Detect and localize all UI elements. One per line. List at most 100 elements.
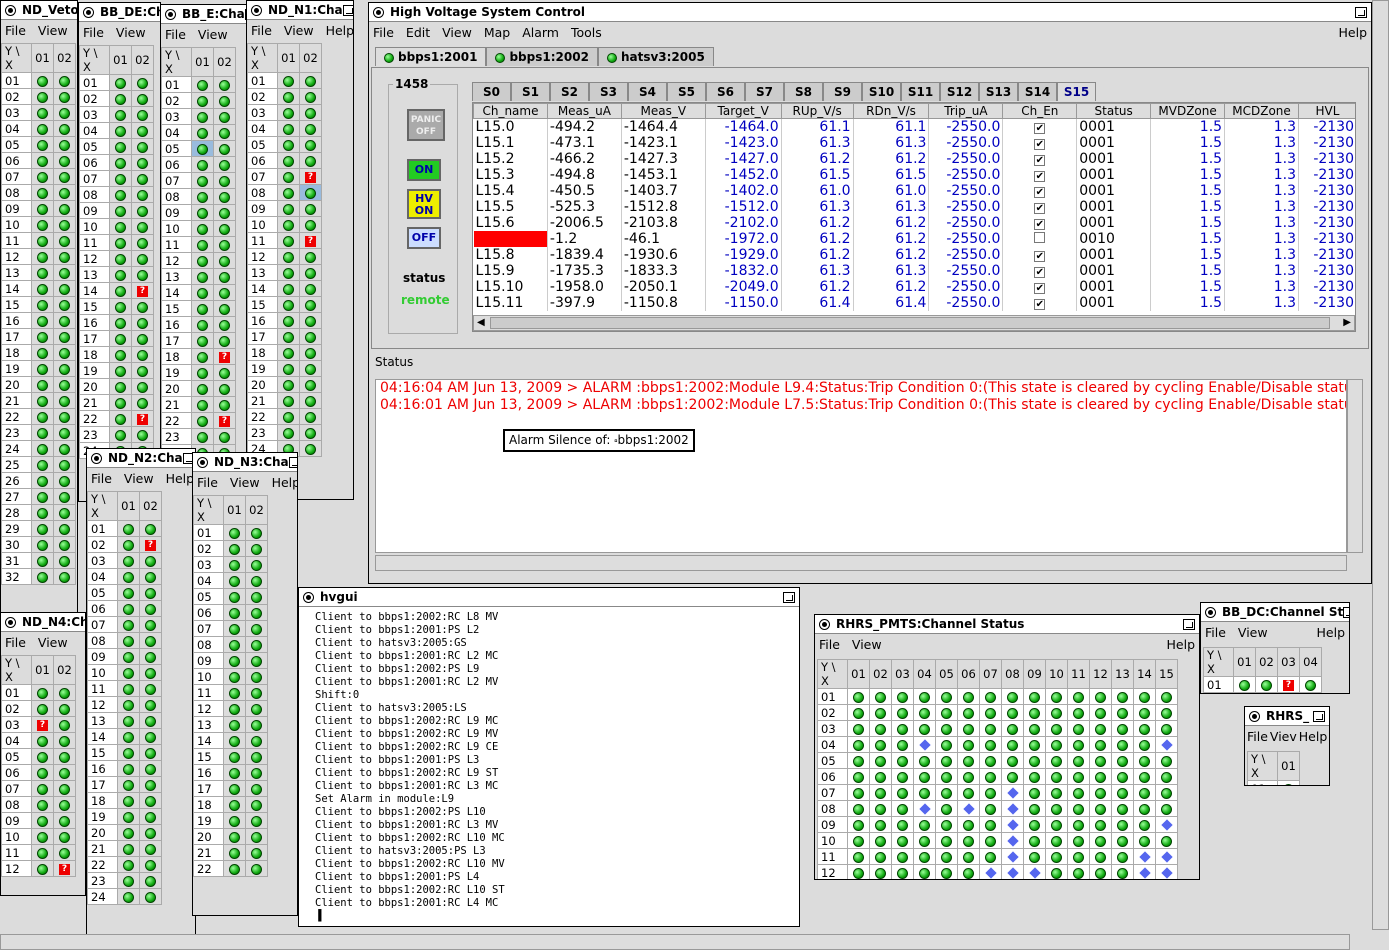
channel-ok-led[interactable]	[219, 383, 230, 395]
grid-cell[interactable]	[1023, 736, 1046, 753]
channel-ok-led[interactable]	[145, 651, 156, 663]
channel-ok-led[interactable]	[1117, 819, 1128, 831]
channel-ok-led[interactable]	[1095, 739, 1106, 751]
grid-cell[interactable]	[109, 154, 132, 171]
grid-cell[interactable]	[1001, 832, 1024, 849]
grid-cell[interactable]	[957, 720, 980, 737]
channel-ok-led[interactable]	[37, 331, 48, 343]
channel-ok-led[interactable]	[897, 755, 908, 767]
channel-ok-led[interactable]	[37, 283, 48, 295]
grid-cell[interactable]	[31, 264, 54, 281]
channel-ok-led[interactable]	[123, 795, 134, 807]
channel-ok-led[interactable]	[919, 787, 930, 799]
channel-ok-led[interactable]	[1161, 691, 1172, 703]
channel-ok-led[interactable]	[1139, 787, 1150, 799]
channel-ok-led[interactable]	[37, 395, 48, 407]
channel-ok-led[interactable]	[197, 319, 208, 331]
channel-ok-led[interactable]	[283, 363, 294, 375]
grid-cell[interactable]	[53, 392, 76, 409]
grid-cell[interactable]	[223, 732, 246, 749]
grid-cell[interactable]	[109, 106, 132, 123]
grid-cell[interactable]	[31, 748, 54, 765]
grid-cell[interactable]	[191, 364, 214, 381]
menu-help[interactable]: Help	[166, 471, 195, 486]
menu-help[interactable]: Help	[272, 475, 297, 490]
grid-cell[interactable]	[1045, 864, 1068, 879]
channel-ok-led[interactable]	[197, 255, 208, 267]
grid-cell[interactable]	[131, 202, 154, 219]
channel-cell[interactable]: 1.3	[1224, 199, 1299, 215]
channel-cell[interactable]: 61.2	[853, 215, 930, 231]
grid-cell[interactable]	[1067, 768, 1090, 785]
channel-cell[interactable]: 0001	[1076, 247, 1152, 263]
grid-cell[interactable]	[1089, 736, 1112, 753]
grid-cell[interactable]	[299, 184, 322, 201]
grid-cell[interactable]	[117, 696, 140, 713]
grid-cell[interactable]	[869, 688, 892, 705]
channel-off-icon[interactable]	[1006, 787, 1019, 799]
channel-ok-led[interactable]	[59, 831, 70, 843]
window-menu-icon[interactable]	[303, 591, 314, 603]
channel-cell[interactable]: 1.3	[1224, 167, 1299, 183]
grid-cell[interactable]	[299, 120, 322, 137]
grid-cell[interactable]	[913, 784, 936, 801]
channel-cell[interactable]: -1512.8	[621, 199, 706, 215]
channel-ok-led[interactable]	[941, 723, 952, 735]
channel-cell[interactable]: -1929.0	[705, 247, 782, 263]
grid-cell[interactable]	[31, 844, 54, 861]
channel-ok-led[interactable]	[59, 751, 70, 763]
grid-cell[interactable]: ?	[1277, 692, 1300, 693]
channel-ok-led[interactable]	[123, 827, 134, 839]
channel-ok-led[interactable]	[59, 735, 70, 747]
channel-cell[interactable]: 1.5	[1150, 167, 1226, 183]
grid-cell[interactable]	[53, 796, 76, 813]
channel-ok-led[interactable]	[1029, 819, 1040, 831]
grid-cell[interactable]	[277, 232, 300, 249]
channel-ok-led[interactable]	[1139, 723, 1150, 735]
grid-cell[interactable]	[935, 864, 958, 879]
channel-off-icon[interactable]	[962, 803, 975, 815]
grid-cell[interactable]	[1133, 784, 1156, 801]
channel-row[interactable]: L15.1 -473.1 -1423.1 -1423.0 61.3 61.3 -2550.0…	[473, 135, 1355, 151]
grid-cell[interactable]	[1111, 720, 1134, 737]
channel-ok-led[interactable]	[59, 171, 70, 183]
grid-cell[interactable]	[1111, 800, 1134, 817]
grid-cell[interactable]	[1001, 800, 1024, 817]
channel-ok-led[interactable]	[219, 239, 230, 251]
channel-cell[interactable]: -1735.3	[547, 263, 622, 279]
grid-cell[interactable]	[1155, 688, 1178, 705]
table-column-header[interactable]: Meas_V	[620, 103, 706, 119]
grid-cell[interactable]	[53, 88, 76, 105]
channel-ok-led[interactable]	[219, 191, 230, 203]
channel-ok-led[interactable]	[37, 523, 48, 535]
channel-off-icon[interactable]	[1006, 835, 1019, 847]
channel-ok-led[interactable]	[1051, 803, 1062, 815]
grid-cell[interactable]	[117, 888, 140, 905]
channel-ok-led[interactable]	[137, 141, 148, 153]
grid-cell[interactable]	[1067, 736, 1090, 753]
grid-cell[interactable]	[117, 840, 140, 857]
channel-ok-led[interactable]	[853, 835, 864, 847]
channel-cell[interactable]: -2130	[1298, 199, 1355, 215]
grid-cell[interactable]	[1023, 800, 1046, 817]
grid-cell[interactable]	[935, 784, 958, 801]
channel-ok-led[interactable]	[1029, 707, 1040, 719]
tab-slot[interactable]: S3	[589, 82, 628, 101]
channel-ok-led[interactable]	[305, 107, 316, 119]
hvgui-titlebar[interactable]: hvgui	[299, 588, 799, 607]
grid-cell[interactable]	[53, 376, 76, 393]
grid-cell[interactable]	[957, 816, 980, 833]
grid-cell[interactable]	[245, 860, 268, 877]
channel-cell[interactable]	[1002, 231, 1078, 247]
channel-ok-led[interactable]	[123, 571, 134, 583]
grid-cell[interactable]	[299, 248, 322, 265]
channel-ok-led[interactable]	[1073, 819, 1084, 831]
channel-ok-led[interactable]	[137, 365, 148, 377]
grid-cell[interactable]	[913, 848, 936, 865]
channel-ok-led[interactable]	[37, 299, 48, 311]
channel-ok-led[interactable]	[123, 875, 134, 887]
channel-ok-led[interactable]	[219, 367, 230, 379]
grid-cell[interactable]	[53, 440, 76, 457]
grid-cell[interactable]	[53, 152, 76, 169]
grid-cell[interactable]	[847, 848, 870, 865]
